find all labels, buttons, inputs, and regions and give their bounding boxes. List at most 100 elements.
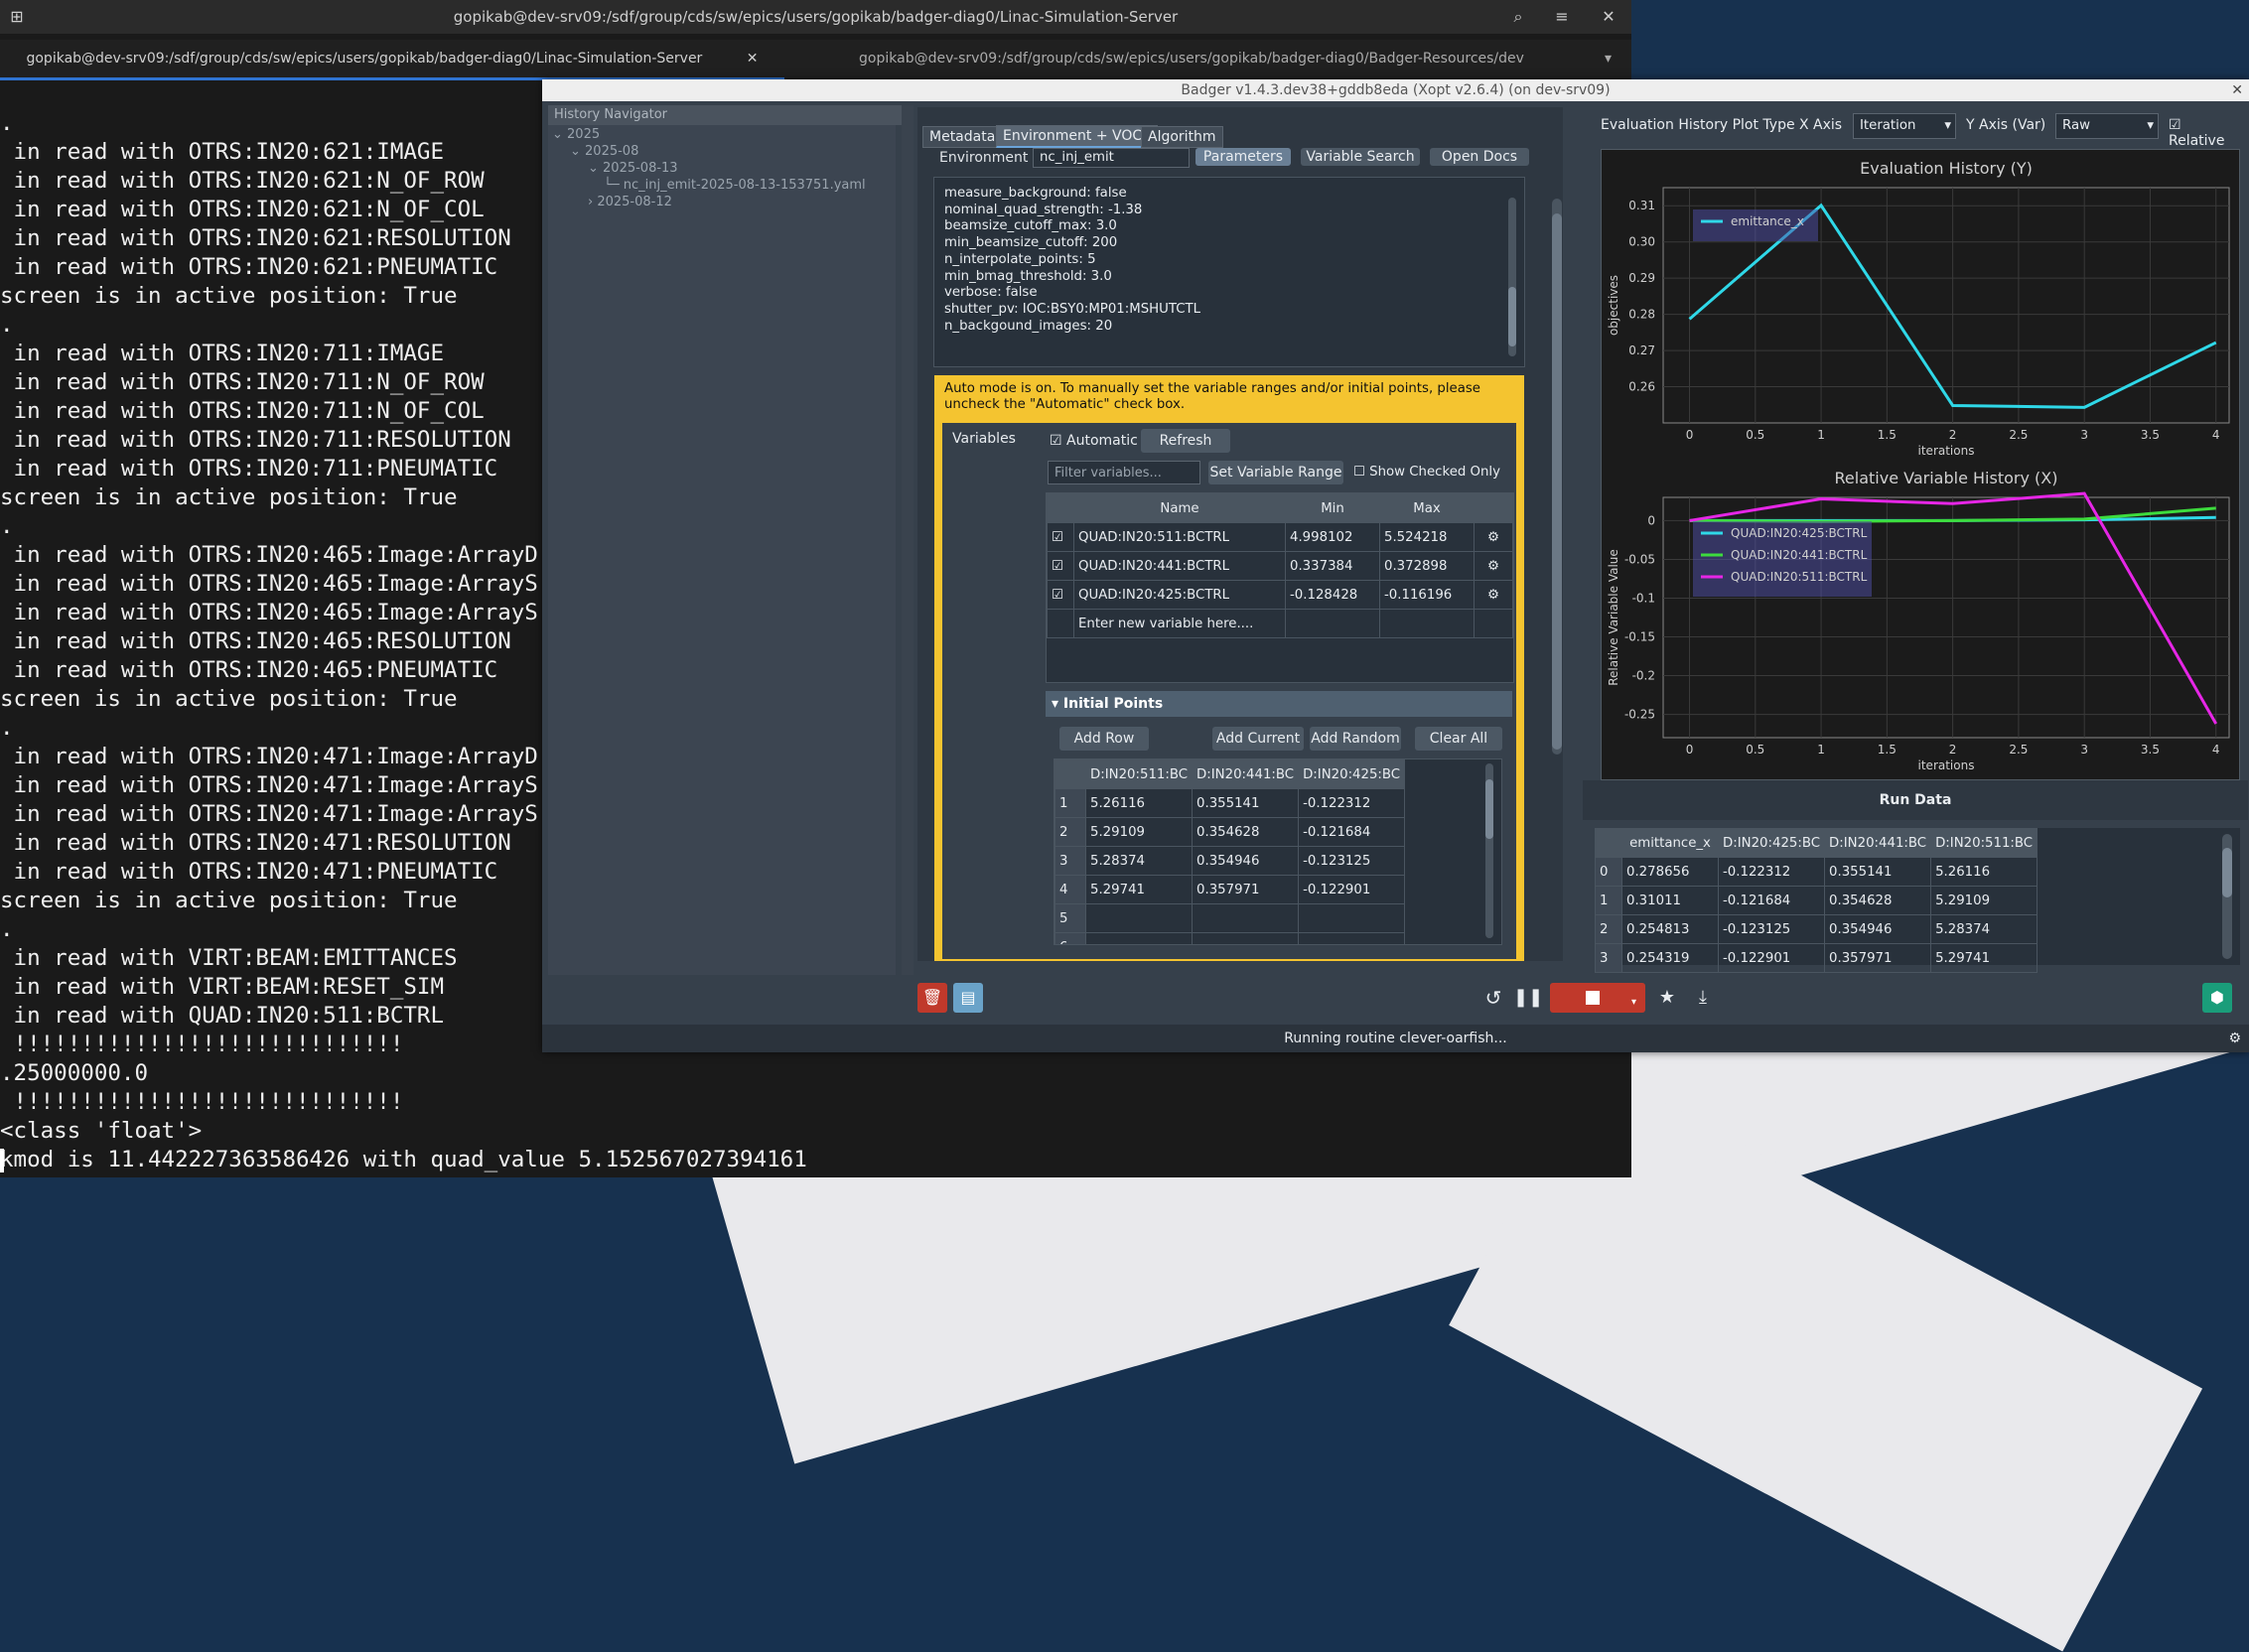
table-cell[interactable]: 5.28374 [1084,846,1194,876]
table-row[interactable]: 3 0.254319 -0.122901 0.357971 5.29741 [1595,943,2038,973]
column-header[interactable]: D:IN20:511:BC [1084,759,1194,789]
table-cell[interactable]: -0.122901 [1298,875,1406,904]
gear-icon[interactable]: ⚙ [1474,522,1513,552]
table-cell[interactable] [1298,932,1406,944]
tab-algorithm[interactable]: Algorithm [1141,126,1223,148]
initial-points-header[interactable]: ▾ Initial Points [1046,691,1512,717]
variable-checkbox[interactable]: ☑ [1047,522,1074,552]
variable-max[interactable]: -0.116196 [1379,580,1475,610]
table-cell[interactable] [1192,932,1300,944]
column-header[interactable]: D:IN20:425:BC [1298,759,1406,789]
tree-node-day[interactable]: ⌄ 2025-08-13 [588,161,678,176]
gear-icon[interactable]: ⚙ [1474,551,1513,581]
settings-icon[interactable]: ⚙ [2228,1025,2241,1052]
tree-node-day[interactable]: › 2025-08-12 [588,195,672,209]
stop-button[interactable]: ▾ [1550,983,1645,1013]
table-row[interactable]: 3 5.28374 0.354946 -0.123125 [1054,846,1406,876]
new-tab-icon[interactable]: ⊞ [2,3,32,31]
tree-node-year[interactable]: ⌄ 2025 [552,127,600,142]
add-current-button[interactable]: Add Current [1212,727,1304,751]
close-icon[interactable]: ✕ [2231,79,2243,101]
variable-checkbox[interactable]: ☑ [1047,580,1074,610]
parameters-editor[interactable]: measure_background: false nominal_quad_st… [933,177,1525,367]
column-header[interactable]: Min [1285,493,1380,523]
table-row[interactable]: 1 0.31011 -0.121684 0.354628 5.29109 [1595,886,2038,915]
table-row[interactable]: 2 0.254813 -0.123125 0.354946 5.28374 [1595,914,2038,944]
reset-icon[interactable]: ↺ [1478,983,1508,1013]
variable-min[interactable]: -0.128428 [1285,580,1380,610]
menu-icon[interactable]: ≡ [1547,3,1577,31]
table-cell[interactable]: -0.123125 [1717,914,1826,944]
tab-environment-vocs[interactable]: Environment + VOCS [996,125,1159,148]
add-random-button[interactable]: Add Random [1310,727,1401,751]
table-cell[interactable] [1084,903,1194,933]
parameters-button[interactable]: Parameters [1195,148,1291,166]
table-cell[interactable]: 0.357971 [1192,875,1300,904]
table-cell[interactable]: 5.26116 [1930,857,2038,887]
column-header[interactable]: D:IN20:511:BC [1930,828,2038,858]
table-cell[interactable]: 5.29109 [1930,886,2038,915]
gear-icon[interactable]: ⚙ [1474,580,1513,610]
variable-max[interactable]: 0.372898 [1379,551,1475,581]
table-cell[interactable] [1298,903,1406,933]
table-cell[interactable]: 5.26116 [1084,788,1194,818]
filter-variables-input[interactable]: Filter variables... [1048,461,1200,484]
tab-badger-resources[interactable]: gopikab@dev-srv09:/sdf/group/cds/sw/epic… [784,40,1599,77]
tab-dropdown-icon[interactable]: ▾ [1605,40,1624,77]
add-row-button[interactable]: Add Row [1059,727,1149,751]
table-cell[interactable] [1084,932,1194,944]
environment-select[interactable]: nc_inj_emit [1033,148,1190,168]
search-icon[interactable]: ⌕ [1503,3,1533,31]
table-cell[interactable]: -0.122312 [1298,788,1406,818]
logbook-icon[interactable]: ▤ [953,983,983,1013]
table-cell[interactable]: 0.354628 [1824,886,1932,915]
table-row[interactable]: 6 [1054,932,1406,944]
tree-node-month[interactable]: ⌄ 2025-08 [570,144,638,159]
table-row[interactable]: 1 5.26116 0.355141 -0.122312 [1054,788,1406,818]
table-cell[interactable]: 0.278656 [1621,857,1719,887]
variable-search-button[interactable]: Variable Search [1301,148,1420,166]
extensions-icon[interactable]: ⬢ [2202,983,2232,1013]
chevron-down-icon[interactable]: ▾ [1631,997,1636,1008]
tab-close-icon[interactable]: ✕ [747,51,759,67]
new-variable-input[interactable]: Enter new variable here.... [1073,609,1286,638]
pause-icon[interactable]: ❚❚ [1513,983,1543,1013]
automatic-checkbox[interactable]: ☑ Automatic [1050,433,1138,449]
scrollbar-thumb[interactable] [1552,213,1562,750]
table-cell[interactable]: -0.121684 [1717,886,1826,915]
table-cell[interactable]: 0.254813 [1621,914,1719,944]
table-row[interactable]: 0 0.278656 -0.122312 0.355141 5.26116 [1595,857,2038,887]
open-docs-button[interactable]: Open Docs [1430,148,1529,166]
jump-to-optimum-icon[interactable]: ⤓ [1688,983,1718,1013]
scrollbar-thumb[interactable] [2222,848,2232,897]
variable-max[interactable]: 5.524218 [1379,522,1475,552]
table-cell[interactable]: 0.31011 [1621,886,1719,915]
relative-checkbox[interactable]: ☑ Relative [2169,117,2236,149]
table-cell[interactable] [1192,903,1300,933]
column-header[interactable]: Max [1379,493,1475,523]
table-cell[interactable]: -0.121684 [1298,817,1406,847]
table-row[interactable]: ☑ QUAD:IN20:425:BCTRL -0.128428 -0.11619… [1047,580,1513,610]
table-cell[interactable]: -0.123125 [1298,846,1406,876]
show-checked-only-checkbox[interactable]: ☐ Show Checked Only [1353,465,1500,480]
clear-all-button[interactable]: Clear All [1415,727,1502,751]
splitter-handle[interactable] [902,105,914,1004]
table-cell[interactable]: 0.355141 [1192,788,1300,818]
table-cell[interactable]: 0.354946 [1192,846,1300,876]
column-header[interactable]: Name [1073,493,1286,523]
set-variable-range-button[interactable]: Set Variable Range [1208,461,1343,484]
tab-linac-simulation-server[interactable]: gopikab@dev-srv09:/sdf/group/cds/sw/epic… [0,40,784,80]
variable-checkbox[interactable]: ☑ [1047,551,1074,581]
table-row[interactable]: ☑ QUAD:IN20:511:BCTRL 4.998102 5.524218 … [1047,522,1513,552]
table-row[interactable]: 2 5.29109 0.354628 -0.121684 [1054,817,1406,847]
table-cell[interactable]: 5.29741 [1084,875,1194,904]
table-cell[interactable]: 0.354628 [1192,817,1300,847]
table-row[interactable]: 4 5.29741 0.357971 -0.122901 [1054,875,1406,904]
y-axis-select[interactable]: Raw ▾ [2055,113,2159,139]
table-cell[interactable]: 5.29109 [1084,817,1194,847]
table-cell[interactable]: 0.357971 [1824,943,1932,973]
table-cell[interactable]: 0.354946 [1824,914,1932,944]
delete-icon[interactable]: 🗑 [917,983,947,1013]
tab-metadata[interactable]: Metadata [922,126,1003,148]
plot-area[interactable]: Evaluation History (Y) 0 0.5 1 1.5 2 2.5 3 3.5 4 0… [1601,149,2240,780]
